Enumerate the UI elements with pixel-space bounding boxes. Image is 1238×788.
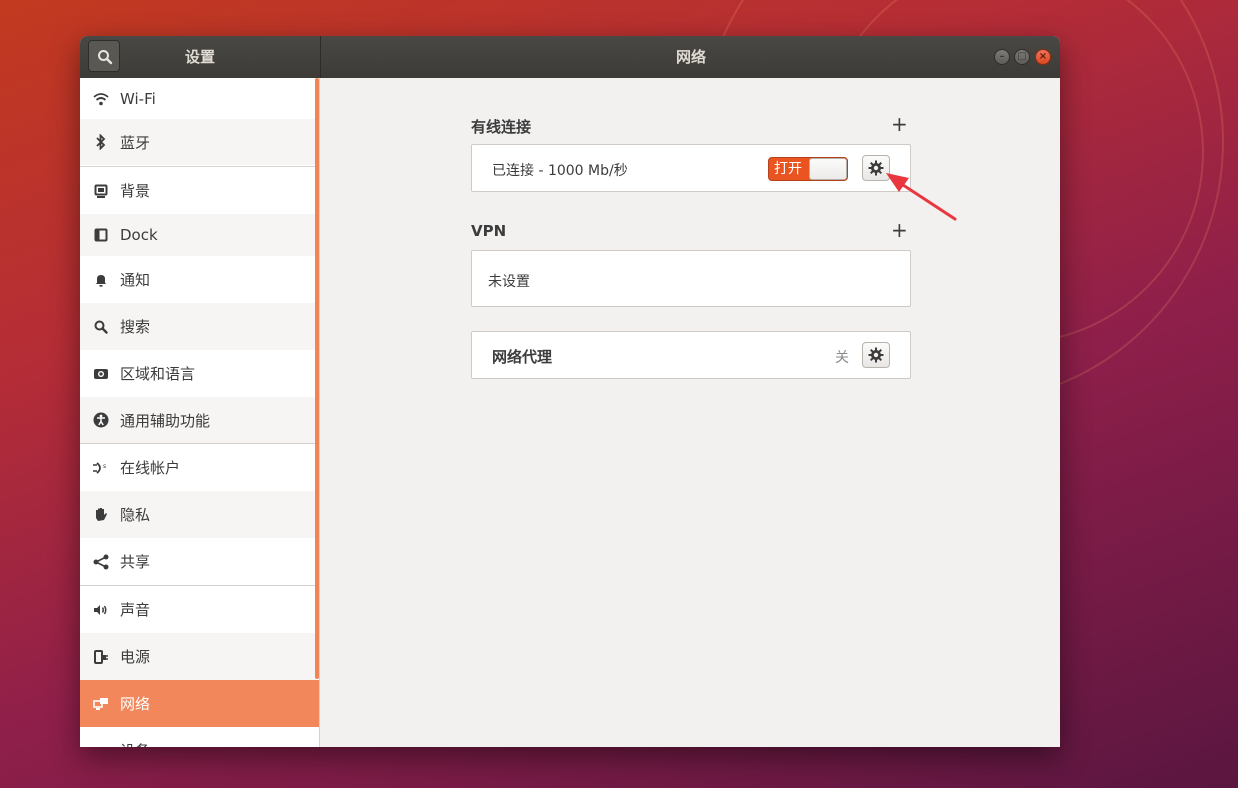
sidebar-item-devices[interactable]: 设备 › [80, 727, 316, 747]
sidebar-item-dock[interactable]: Dock [80, 214, 316, 256]
sidebar-item-label: 设备 [120, 740, 150, 747]
sidebar-item-label: Dock [120, 226, 158, 244]
sidebar-item-sound[interactable]: 声音 [80, 586, 316, 633]
sidebar-item-label: 区域和语言 [120, 365, 196, 383]
network-panel: 有线连接 + 已连接 - 1000 Mb/秒 打开 VPN + 未设置 网络代理… [321, 78, 1060, 747]
sidebar-item-notifications[interactable]: 通知 [80, 256, 316, 303]
vpn-section-title: VPN [471, 222, 507, 240]
bell-icon [92, 271, 110, 289]
close-button[interactable]: × [1035, 49, 1051, 65]
sidebar-item-accessibility[interactable]: 通用辅助功能 [80, 397, 316, 443]
sidebar-title: 设置 [185, 48, 216, 66]
sidebar-scrollbar[interactable] [315, 78, 319, 679]
add-wired-button[interactable]: + [891, 114, 908, 134]
sidebar-item-label: 搜索 [120, 318, 151, 336]
toggle-on-label: 打开 [774, 161, 802, 177]
sidebar-item-label: Wi-Fi [120, 89, 156, 108]
sidebar-item-label: 声音 [120, 601, 151, 619]
sidebar-header: 设置 [80, 36, 321, 78]
minimize-button[interactable]: – [994, 49, 1010, 65]
vpn-empty-label: 未设置 [488, 274, 530, 290]
close-icon: × [1038, 51, 1048, 62]
svg-text:s: s [103, 463, 106, 470]
speaker-icon [92, 601, 110, 619]
sidebar-item-label: 共享 [120, 553, 151, 571]
sidebar-item-label: 通知 [120, 271, 151, 289]
sidebar-item-power[interactable]: 电源 [80, 633, 316, 680]
printer-icon [92, 742, 110, 748]
gear-icon [868, 347, 884, 363]
share-icon [92, 553, 110, 571]
sidebar-item-online-accounts[interactable]: s 在线帐户 [80, 444, 316, 491]
settings-window: 设置 网络 – □ × Wi-Fi 蓝牙 背景 Dock 通知 搜索 区域和语言… [80, 36, 1060, 747]
proxy-state: 关 [835, 350, 849, 366]
proxy-label: 网络代理 [492, 348, 553, 366]
sidebar-item-network[interactable]: 网络 [80, 680, 319, 727]
sidebar-item-label: 背景 [120, 182, 151, 200]
sidebar-item-privacy[interactable]: 隐私 [80, 491, 316, 538]
hand-icon [92, 506, 110, 524]
sidebar-item-label: 蓝牙 [120, 133, 151, 152]
add-vpn-button[interactable]: + [891, 220, 908, 240]
background-icon [92, 182, 110, 200]
sidebar-item-bluetooth[interactable]: 蓝牙 [80, 119, 316, 165]
sidebar-item-label: 通用辅助功能 [120, 411, 211, 430]
online-accounts-icon: s [92, 459, 110, 477]
wired-toggle-switch[interactable]: 打开 [768, 157, 848, 181]
wired-status: 已连接 - 1000 Mb/秒 [492, 163, 628, 179]
region-icon [92, 365, 110, 383]
network-icon [92, 695, 110, 713]
sidebar-item-region[interactable]: 区域和语言 [80, 350, 316, 397]
wifi-icon [92, 90, 110, 108]
sidebar-item-label: 电源 [120, 648, 151, 666]
wired-section-title: 有线连接 [471, 118, 532, 136]
minimize-icon: – [999, 51, 1005, 62]
sidebar-item-search[interactable]: 搜索 [80, 303, 316, 350]
search-icon [92, 318, 110, 336]
search-button[interactable] [88, 40, 120, 72]
toggle-knob [809, 158, 847, 180]
wired-connection-card: 已连接 - 1000 Mb/秒 打开 [471, 144, 911, 192]
page-title: 网络 [676, 48, 707, 66]
maximize-icon: □ [1017, 51, 1027, 62]
sidebar: Wi-Fi 蓝牙 背景 Dock 通知 搜索 区域和语言 通用辅助功能 s 在线… [80, 78, 320, 747]
proxy-settings-button[interactable] [862, 342, 890, 368]
vpn-card: 未设置 [471, 250, 911, 307]
sidebar-item-wifi[interactable]: Wi-Fi [80, 78, 316, 119]
main-header: 网络 – □ × [321, 36, 1060, 78]
network-proxy-card[interactable]: 网络代理 关 [471, 331, 911, 379]
sidebar-item-label: 网络 [120, 695, 151, 713]
bluetooth-icon [92, 133, 110, 151]
accessibility-icon [92, 411, 110, 429]
dock-icon [92, 226, 110, 244]
titlebar: 设置 网络 – □ × [80, 36, 1060, 78]
gear-icon [868, 160, 884, 176]
chevron-right-icon: › [292, 741, 298, 747]
search-icon [98, 50, 113, 65]
maximize-button[interactable]: □ [1014, 49, 1030, 65]
power-plug-icon [92, 648, 110, 666]
sidebar-item-sharing[interactable]: 共享 [80, 538, 316, 585]
sidebar-item-background[interactable]: 背景 [80, 167, 316, 214]
sidebar-item-label: 隐私 [120, 506, 151, 524]
wired-settings-button[interactable] [862, 155, 890, 181]
sidebar-item-label: 在线帐户 [120, 459, 181, 477]
